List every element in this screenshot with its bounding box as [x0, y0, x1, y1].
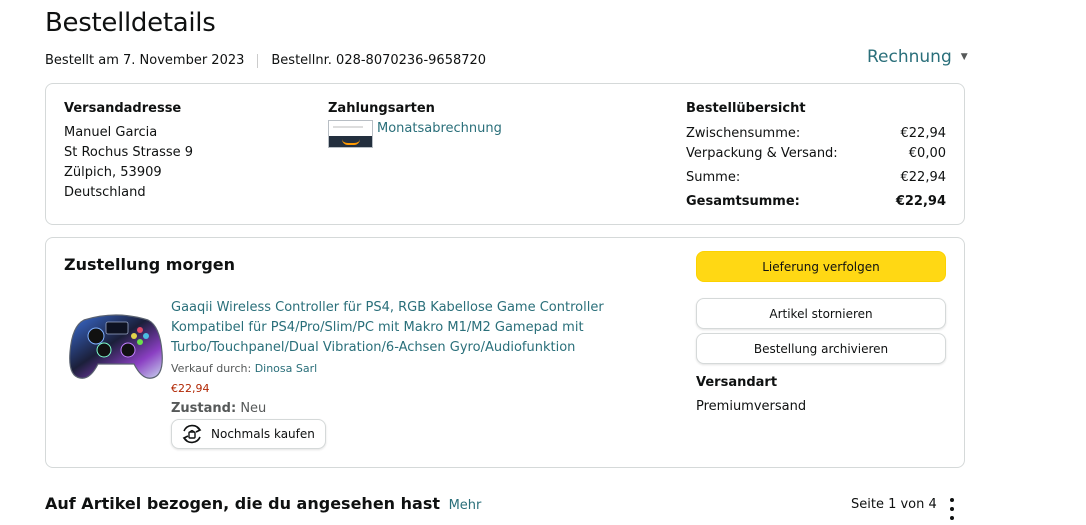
- summary-heading: Bestellübersicht: [686, 101, 806, 116]
- invoice-label: Rechnung: [867, 47, 952, 67]
- payment-method-link[interactable]: Monatsabrechnung: [377, 120, 502, 138]
- chevron-down-icon: ▼: [960, 52, 968, 62]
- seller-info: Verkauf durch: Dinosa Sarl: [171, 362, 317, 375]
- order-totals: Bestellübersicht Zwischensumme: €22,94 V…: [686, 100, 946, 212]
- buy-again-button[interactable]: Nochmals kaufen: [171, 419, 326, 449]
- condition-label: Zustand:: [171, 401, 237, 416]
- sum-row: Summe: €22,94: [686, 168, 946, 188]
- related-section-title: Auf Artikel bezogen, die du angesehen ha…: [45, 494, 481, 513]
- order-number: Bestellnr. 028-8070236-9658720: [271, 53, 487, 68]
- shipping-row: Verpackung & Versand: €0,00: [686, 144, 946, 164]
- related-title-text: Auf Artikel bezogen, die du angesehen ha…: [45, 494, 440, 513]
- row-value: €22,94: [900, 170, 947, 185]
- delivery-heading: Zustellung morgen: [64, 255, 236, 274]
- buy-again-icon: [182, 424, 202, 444]
- order-summary-card: Versandadresse Manuel Garcia St Rochus S…: [45, 83, 965, 225]
- track-delivery-button[interactable]: Lieferung verfolgen: [696, 251, 946, 282]
- amazon-card-icon: [328, 120, 373, 148]
- row-label: Summe:: [686, 170, 741, 185]
- row-value: €0,00: [908, 146, 946, 161]
- divider: [257, 53, 259, 68]
- order-meta: Bestellt am 7. November 2023 Bestellnr. …: [45, 53, 486, 68]
- address-line: Zülpich, 53909: [64, 165, 162, 180]
- address-line: St Rochus Strasse 9: [64, 145, 194, 160]
- buy-again-label: Nochmals kaufen: [211, 427, 315, 441]
- product-condition: Zustand: Neu: [171, 401, 266, 416]
- seller-prefix: Verkauf durch:: [171, 362, 252, 375]
- condition-value: Neu: [240, 401, 267, 416]
- cancel-item-button[interactable]: Artikel stornieren: [696, 298, 946, 329]
- product-image[interactable]: [68, 306, 164, 382]
- kebab-menu-icon[interactable]: [945, 498, 959, 520]
- address-line: Manuel Garcia: [64, 125, 158, 140]
- product-price: €22,94: [171, 382, 210, 395]
- shipping-address-heading: Versandadresse: [64, 101, 182, 116]
- product-title-link[interactable]: Gaaqii Wireless Controller für PS4, RGB …: [171, 298, 611, 358]
- payment-heading: Zahlungsarten: [328, 101, 435, 116]
- delivery-card: Zustellung morgen Gaaqii Wireless Contro…: [45, 237, 965, 468]
- payment-methods: Zahlungsarten Monatsabrechnung: [328, 100, 502, 148]
- order-date: Bestellt am 7. November 2023: [45, 53, 245, 68]
- row-label: Verpackung & Versand:: [686, 146, 838, 161]
- related-more-link[interactable]: Mehr: [449, 498, 482, 513]
- shipping-type-heading: Versandart: [696, 375, 778, 390]
- shipping-type-value: Premiumversand: [696, 399, 807, 414]
- row-label: Zwischensumme:: [686, 126, 801, 141]
- address-line: Deutschland: [64, 185, 146, 200]
- row-value: €22,94: [900, 126, 947, 141]
- seller-link[interactable]: Dinosa Sarl: [255, 362, 318, 375]
- grand-total-value: €22,94: [895, 194, 946, 209]
- subtotal-row: Zwischensumme: €22,94: [686, 124, 946, 144]
- archive-order-button[interactable]: Bestellung archivieren: [696, 333, 946, 364]
- page-indicator: Seite 1 von 4: [851, 497, 937, 512]
- page-title: Bestelldetails: [45, 8, 216, 38]
- shipping-address: Versandadresse Manuel Garcia St Rochus S…: [64, 100, 193, 203]
- grand-total-row: Gesamtsumme: €22,94: [686, 192, 946, 212]
- invoice-dropdown[interactable]: Rechnung ▼: [867, 47, 968, 67]
- grand-total-label: Gesamtsumme:: [686, 194, 800, 209]
